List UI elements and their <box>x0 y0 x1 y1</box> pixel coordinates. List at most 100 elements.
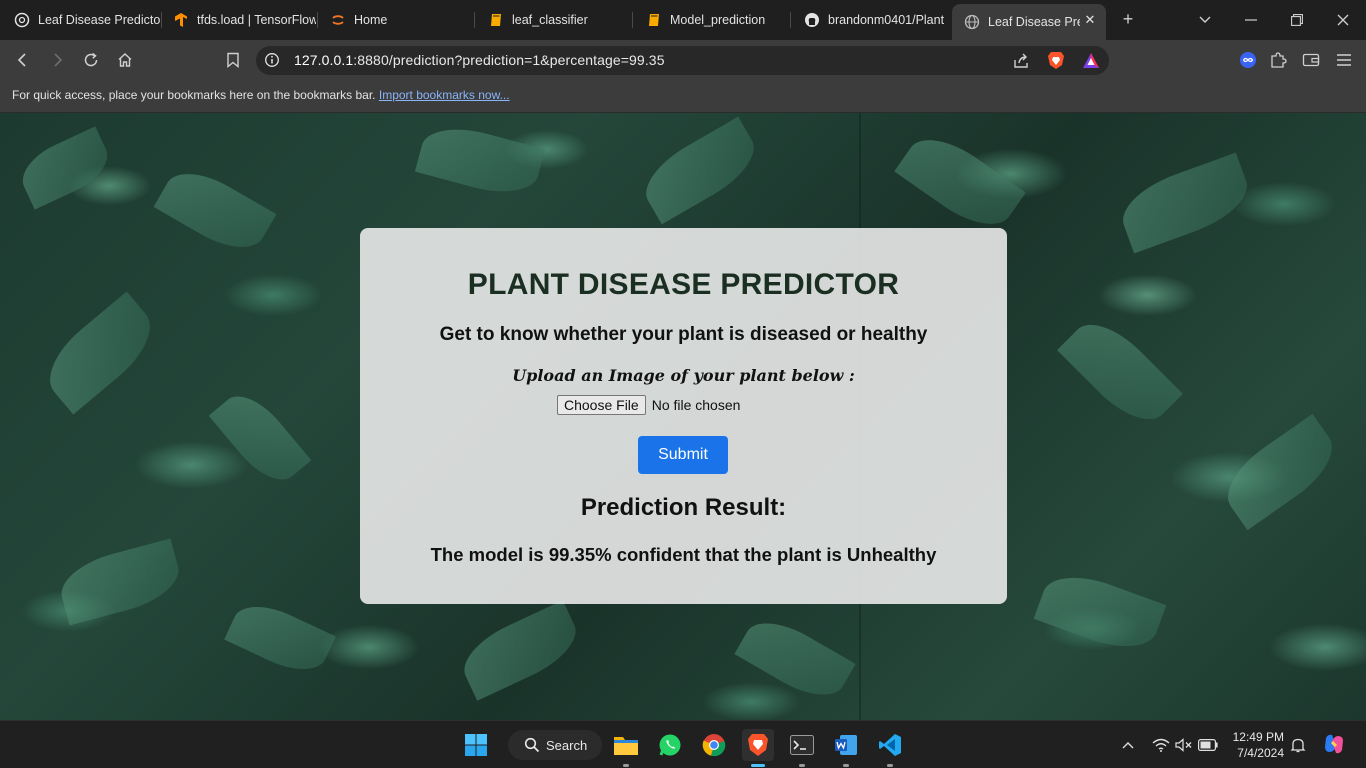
close-window-icon[interactable] <box>1331 8 1355 32</box>
notebook-icon <box>488 12 504 28</box>
choose-file-button[interactable]: Choose File <box>557 395 646 415</box>
bookmarks-hint: For quick access, place your bookmarks h… <box>12 88 510 102</box>
restore-icon[interactable] <box>1285 8 1309 32</box>
vscode-icon[interactable] <box>874 729 906 767</box>
tab-home[interactable]: Home <box>318 4 473 36</box>
running-indicator <box>623 764 629 767</box>
address-url[interactable]: 127.0.0.1:8880/prediction?prediction=1&p… <box>294 52 665 68</box>
start-windows-icon[interactable] <box>460 729 492 761</box>
battery-icon[interactable] <box>1198 735 1218 755</box>
tab-label: tfds.load | TensorFlow <box>197 13 316 27</box>
running-indicator <box>799 764 805 767</box>
taskbar-search[interactable]: Search <box>508 730 602 760</box>
leaf-decoration <box>453 600 587 701</box>
jupyter-icon <box>330 12 346 28</box>
leaf-decoration <box>13 126 117 210</box>
globe-icon <box>964 14 980 30</box>
tab-separator <box>790 12 791 28</box>
copilot-icon[interactable] <box>1322 732 1346 756</box>
leaf-decoration <box>634 116 766 225</box>
extensions-puzzle-icon[interactable] <box>1266 48 1290 72</box>
leo-ai-icon[interactable] <box>1236 48 1260 72</box>
leaf-decoration <box>414 118 546 203</box>
tab-tfds-load[interactable]: tfds.load | TensorFlow <box>161 4 316 36</box>
running-indicator <box>843 764 849 767</box>
page-title: PLANT DISEASE PREDICTOR <box>467 268 900 301</box>
brave-rewards-icon[interactable] <box>1082 52 1100 69</box>
leaf-decoration <box>1214 413 1346 531</box>
tab-model-prediction[interactable]: Model_prediction <box>634 4 789 36</box>
leaf-decoration <box>734 608 856 710</box>
brave-shields-icon[interactable] <box>1047 51 1065 70</box>
tab-label: brandonm0401/Plant <box>828 13 945 27</box>
leaf-decoration <box>54 538 186 626</box>
leaf-decoration <box>34 291 166 415</box>
tab-leaf-disease-predictor-1[interactable]: Leaf Disease Predictor <box>2 4 160 36</box>
tab-leaf-classifier[interactable]: leaf_classifier <box>476 4 631 36</box>
menu-hamburger-icon[interactable] <box>1332 48 1356 72</box>
taskbar: Search 12:49 PM 7/4/2024 <box>0 720 1366 768</box>
running-indicator <box>887 764 893 767</box>
leaf-decoration <box>208 383 312 493</box>
url-path: :8880/prediction?prediction=1&percentage… <box>353 52 665 68</box>
result-text: The model is 99.35% confident that the p… <box>430 544 937 565</box>
word-icon[interactable] <box>830 729 862 767</box>
notebook-icon <box>646 12 662 28</box>
tab-label: Leaf Disease Predictor <box>38 13 160 27</box>
leaf-decoration <box>224 594 336 682</box>
chrome-icon[interactable] <box>698 729 730 761</box>
file-input[interactable]: Choose File No file chosen <box>557 395 740 415</box>
home-icon[interactable] <box>113 48 137 72</box>
active-indicator <box>751 764 765 767</box>
share-icon[interactable] <box>1012 52 1030 70</box>
minimize-icon[interactable] <box>1239 8 1263 32</box>
leaf-decoration <box>1057 309 1183 435</box>
tab-leaf-disease-predictor-active[interactable]: Leaf Disease Predictor ✕ <box>952 4 1106 40</box>
reload-icon[interactable] <box>79 48 103 72</box>
forward-arrow-icon[interactable] <box>45 48 69 72</box>
url-host: 127.0.0.1 <box>294 52 354 68</box>
search-label: Search <box>546 737 588 753</box>
leaf-decoration <box>894 123 1026 241</box>
site-info-icon[interactable] <box>264 52 280 68</box>
terminal-icon[interactable] <box>786 729 818 767</box>
github-icon <box>804 12 820 28</box>
notification-bell-icon[interactable] <box>1288 735 1308 755</box>
bookmarks-bar: For quick access, place your bookmarks h… <box>0 80 1366 113</box>
tab-label: Model_prediction <box>670 13 766 27</box>
tab-github[interactable]: brandonm0401/Plant <box>792 4 947 36</box>
address-bar[interactable]: 127.0.0.1:8880/prediction?prediction=1&p… <box>256 46 1109 75</box>
predictor-card: PLANT DISEASE PREDICTOR Get to know whet… <box>360 228 1007 604</box>
openai-icon <box>14 12 30 28</box>
leaf-decoration <box>1033 564 1167 660</box>
chevron-up-icon[interactable] <box>1118 735 1138 755</box>
file-status: No file chosen <box>651 397 741 413</box>
import-bookmarks-link[interactable]: Import bookmarks now... <box>379 88 510 102</box>
leaf-decoration <box>153 159 277 262</box>
volume-muted-icon[interactable] <box>1174 735 1194 755</box>
tab-search-chevron-icon[interactable] <box>1193 8 1217 32</box>
clock-date: 7/4/2024 <box>1237 746 1284 760</box>
close-tab-icon[interactable]: ✕ <box>1082 12 1098 28</box>
tab-label: leaf_classifier <box>512 13 588 27</box>
submit-button[interactable]: Submit <box>638 436 728 474</box>
tab-label: Home <box>354 13 388 27</box>
result-heading: Prediction Result: <box>580 494 787 521</box>
wifi-icon[interactable] <box>1151 735 1171 755</box>
tab-separator <box>474 12 475 28</box>
brave-browser-icon[interactable] <box>742 729 774 767</box>
page-background: PLANT DISEASE PREDICTOR Get to know whet… <box>0 113 1366 720</box>
leaf-decoration <box>1113 152 1257 254</box>
file-explorer-icon[interactable] <box>610 729 642 767</box>
new-tab-button[interactable]: + <box>1117 8 1139 30</box>
wallet-icon[interactable] <box>1299 48 1323 72</box>
tab-label: Leaf Disease Predictor <box>988 15 1080 29</box>
tensorflow-icon <box>173 12 189 28</box>
taskbar-clock[interactable]: 12:49 PM 7/4/2024 <box>1222 729 1284 761</box>
whatsapp-icon[interactable] <box>654 729 686 761</box>
back-arrow-icon[interactable] <box>11 48 35 72</box>
search-icon <box>524 737 540 753</box>
tab-strip: Leaf Disease Predictor tfds.load | Tenso… <box>0 0 1366 40</box>
tab-separator <box>632 12 633 28</box>
bookmark-icon[interactable] <box>221 48 245 72</box>
